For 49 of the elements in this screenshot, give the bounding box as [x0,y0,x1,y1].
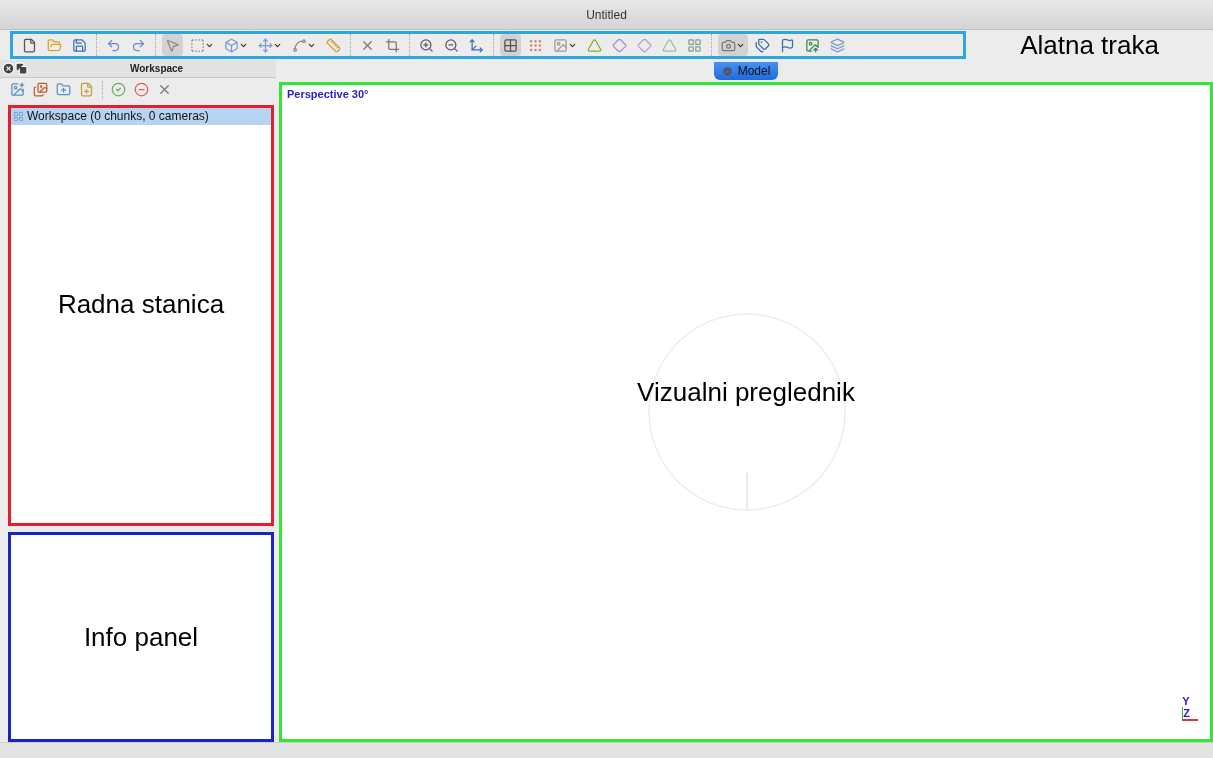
add-group-icon [56,82,71,98]
layers-icon [830,37,845,53]
workspace-icon [13,110,24,122]
save-icon [72,37,87,53]
add-photo-icon [10,82,25,98]
grid-icon [503,37,518,53]
check-icon [111,82,126,98]
annotation-label: Alatna traka [1020,28,1159,62]
axis-label: Y [1182,695,1190,707]
annotation-label: Info panel [83,620,199,654]
window-title: Untitled [586,6,627,24]
float-icon [15,62,28,75]
image-icon [553,37,568,53]
projection-label: Perspective 30° [287,87,369,102]
redo-icon [131,37,146,53]
dashed-rectangle-icon [190,37,205,53]
toolbar-button[interactable] [162,34,183,56]
diamond-icon [612,37,627,53]
ruler-icon [326,37,341,53]
image-icon [805,37,820,53]
crop-icon [385,37,400,53]
undo-icon [106,37,121,53]
close-icon [721,65,733,77]
toolbar-button[interactable] [718,34,748,56]
annotation-label: Radna stanica [57,287,225,321]
zoom-out-icon [444,37,459,53]
model-tab[interactable]: Model [713,62,779,80]
dots-icon [528,37,543,53]
flag-icon [780,37,795,53]
camera-icon [721,37,736,53]
move-arrows-icon [258,37,273,53]
annotation-label: Vizualni preglednik [637,376,855,407]
pyramid-icon [662,37,677,53]
close-icon [2,62,15,75]
folder-icon [47,37,62,53]
pyramid-icon [587,37,602,53]
remove-icon [134,82,149,98]
panel-title: Workspace [130,62,184,76]
toolbar-button[interactable] [500,34,521,56]
file-icon [22,37,37,53]
cube-icon [224,37,239,53]
tree-item[interactable]: Workspace (0 chunks, 0 cameras) [11,107,271,125]
tags-icon [755,37,770,53]
diamond-outline-icon [637,37,652,53]
axis-label: Z [1182,707,1198,721]
pointer-icon [165,37,180,53]
polyline-icon [292,37,307,53]
zoom-in-icon [419,37,434,53]
tiles-icon [687,37,702,53]
